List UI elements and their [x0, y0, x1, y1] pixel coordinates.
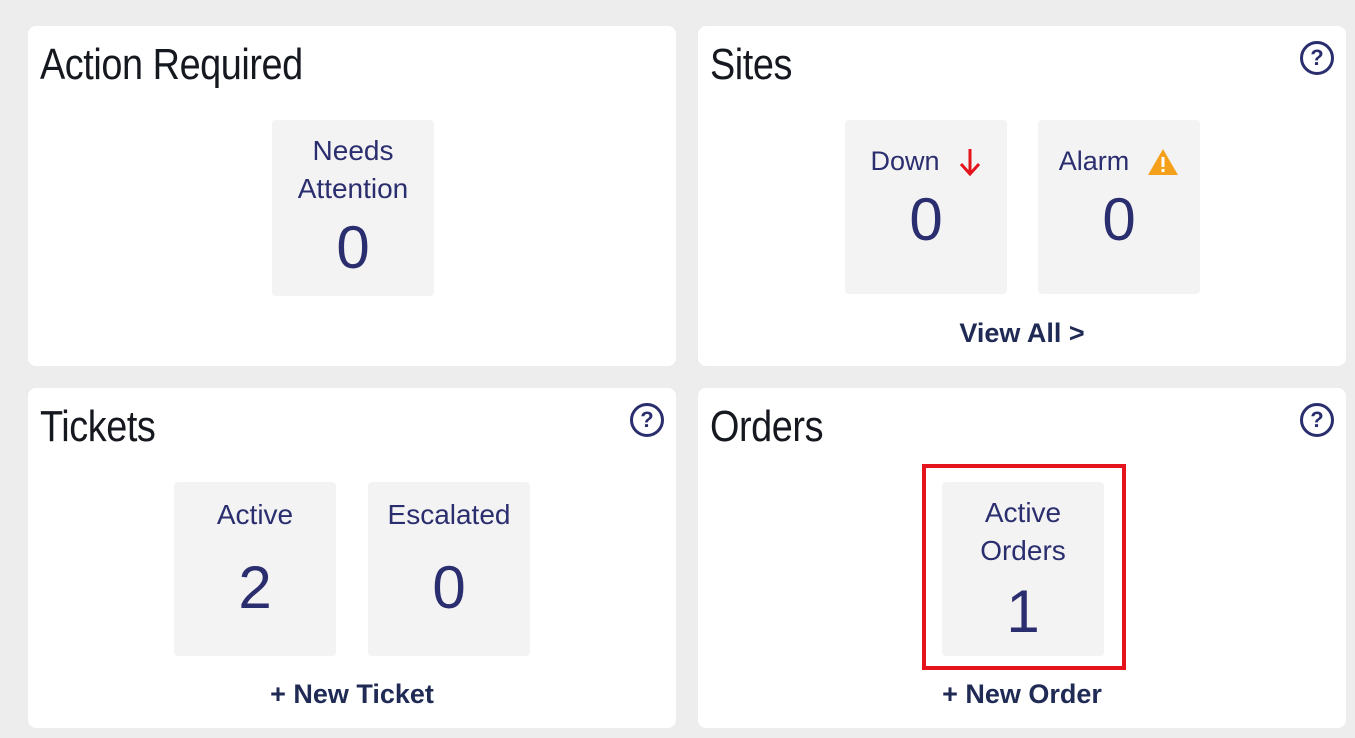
tickets-active-count: 2 — [238, 554, 272, 621]
sites-alarm-tile[interactable]: Alarm 0 — [1038, 120, 1200, 294]
tickets-escalated-count: 0 — [432, 554, 466, 621]
active-orders-tile[interactable]: Active Orders 1 — [942, 482, 1104, 656]
sites-alarm-count: 0 — [1102, 186, 1136, 253]
needs-attention-label-line1: Needs — [312, 135, 394, 166]
orders-card: Orders ? Active Orders 1 + New Order — [698, 388, 1346, 728]
sites-title: Sites — [710, 40, 792, 89]
orders-title: Orders — [710, 402, 824, 451]
sites-help-icon[interactable]: ? — [1300, 41, 1334, 75]
view-all-link[interactable]: View All > — [698, 318, 1346, 349]
new-ticket-link[interactable]: + New Ticket — [28, 679, 676, 710]
tickets-active-label: Active — [216, 499, 294, 530]
sites-down-label-row: Down — [845, 146, 1007, 177]
active-orders-count: 1 — [1006, 578, 1040, 645]
tickets-active-tile[interactable]: Active 2 — [174, 482, 336, 656]
warning-icon — [1148, 148, 1179, 175]
new-order-link[interactable]: + New Order — [698, 679, 1346, 710]
sites-card: Sites ? Down 0 Alarm 0 View All > — [698, 26, 1346, 366]
tickets-title: Tickets — [40, 402, 156, 451]
sites-down-label: Down — [870, 146, 940, 176]
sites-down-count: 0 — [909, 186, 943, 253]
tickets-card: Tickets ? Active 2 Escalated 0 + New Tic… — [28, 388, 676, 728]
orders-help-icon[interactable]: ? — [1300, 403, 1334, 437]
action-required-card: Action Required Needs Attention 0 — [28, 26, 676, 366]
sites-alarm-label-row: Alarm — [1038, 146, 1200, 177]
active-orders-label-line2: Orders — [980, 535, 1066, 566]
needs-attention-label-line2: Attention — [297, 173, 409, 204]
sites-down-tile[interactable]: Down 0 — [845, 120, 1007, 294]
tickets-help-icon[interactable]: ? — [630, 403, 664, 437]
action-required-title: Action Required — [40, 40, 303, 89]
tickets-escalated-tile[interactable]: Escalated 0 — [368, 482, 530, 656]
tickets-escalated-label: Escalated — [387, 499, 511, 530]
sites-alarm-label: Alarm — [1058, 146, 1130, 176]
needs-attention-count: 0 — [336, 214, 370, 281]
needs-attention-tile[interactable]: Needs Attention 0 — [272, 120, 434, 296]
active-orders-label-line1: Active — [984, 497, 1062, 528]
arrow-down-icon — [959, 148, 980, 176]
